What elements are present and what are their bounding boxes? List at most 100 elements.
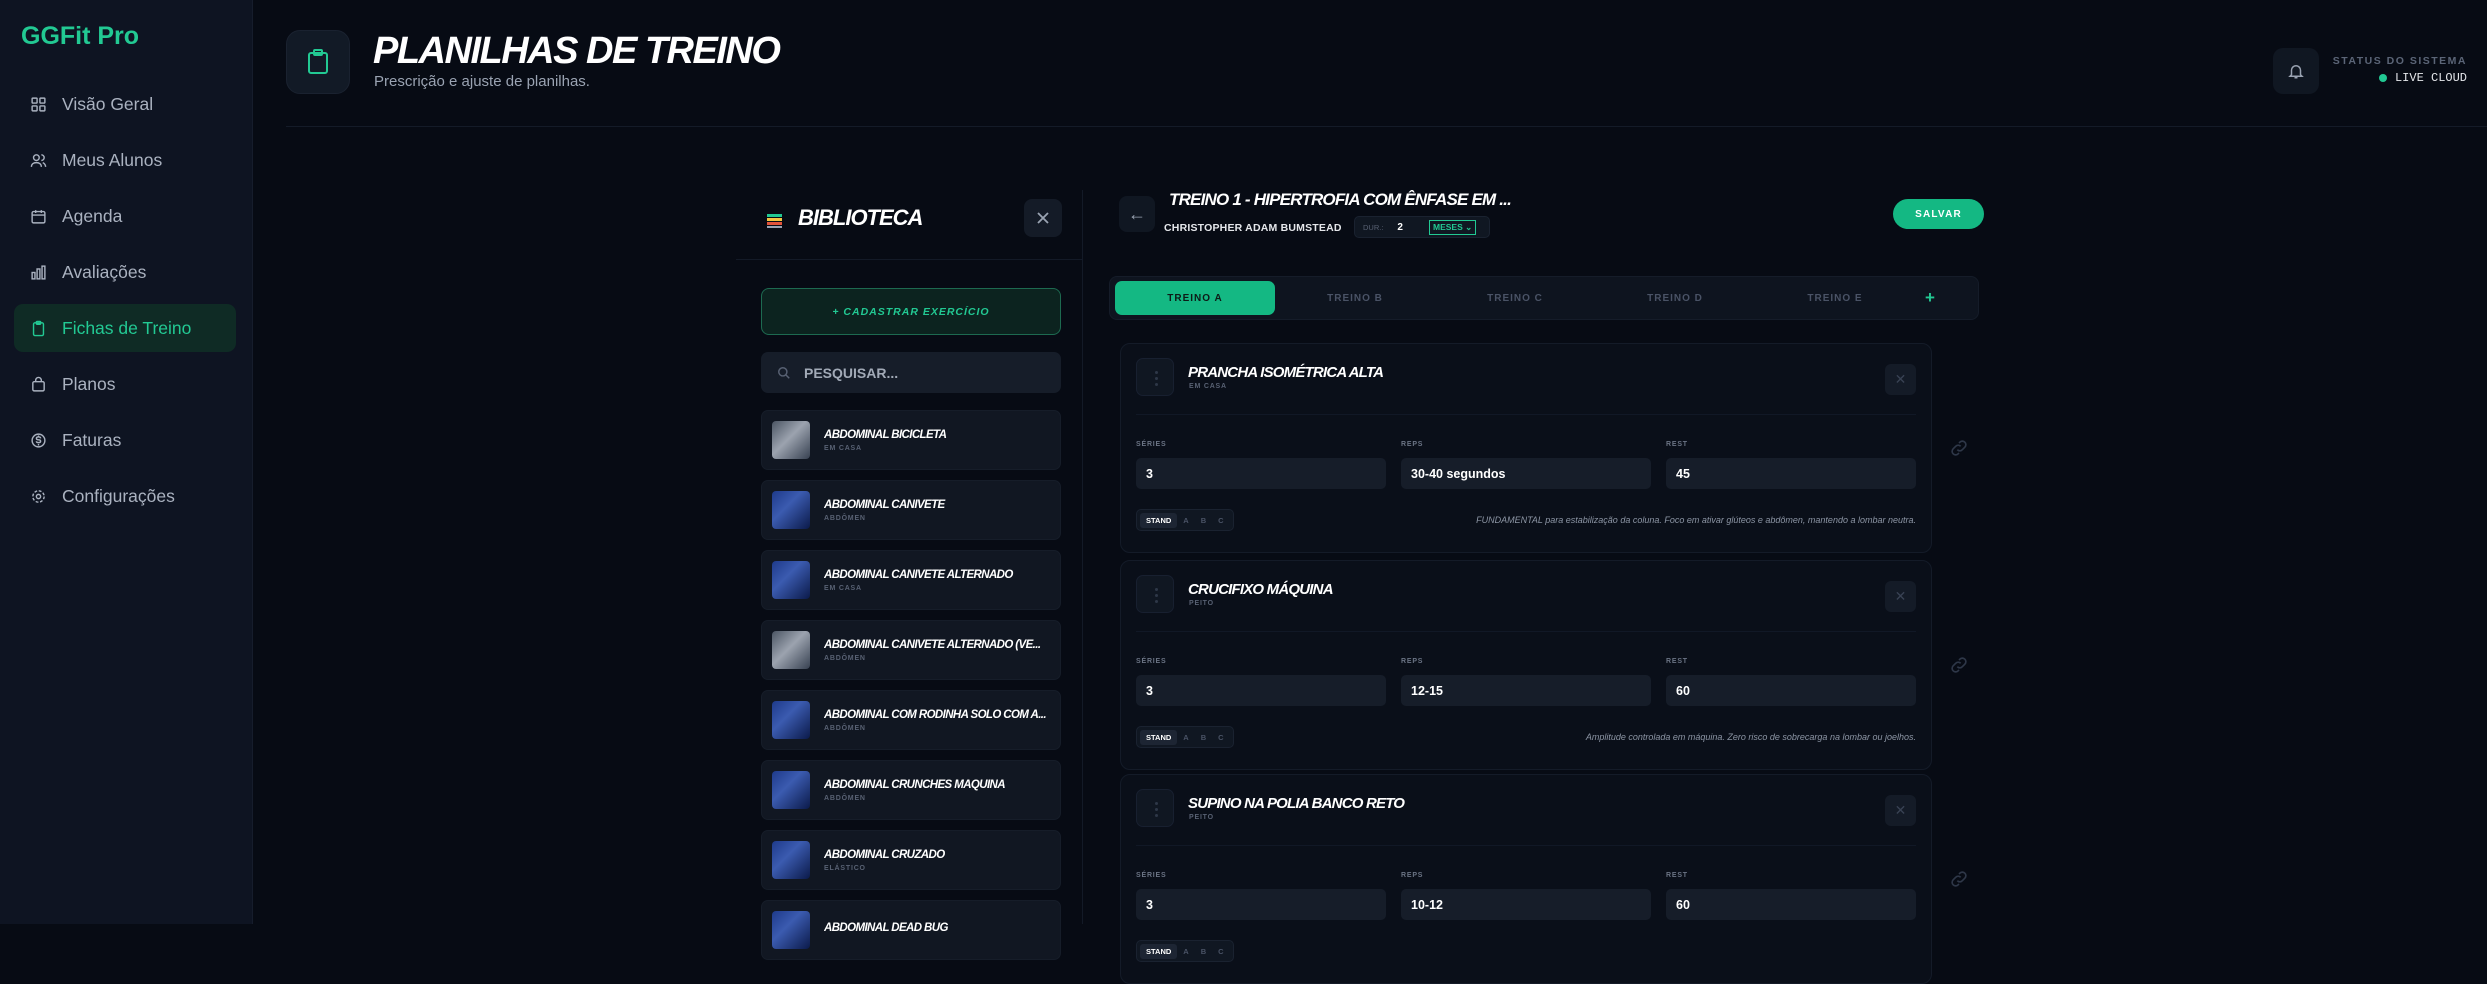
tab-treino-a[interactable]: TREINO A: [1115, 281, 1275, 315]
series-input[interactable]: 3: [1136, 458, 1386, 489]
set-option[interactable]: C: [1212, 513, 1229, 528]
tab-treino-b[interactable]: TREINO B: [1275, 281, 1435, 315]
close-library-button[interactable]: [1024, 199, 1062, 237]
drag-handle[interactable]: [1136, 789, 1174, 827]
set-option[interactable]: B: [1195, 944, 1212, 959]
exercise-name: ABDOMINAL CANIVETE: [824, 498, 945, 511]
exercise-name: ABDOMINAL COM RODINHA SOLO COM A...: [824, 708, 1047, 721]
exercise-name: SUPINO NA POLIA BANCO RETO: [1188, 795, 1405, 812]
exercise-thumbnail: [772, 491, 810, 529]
set-option[interactable]: A: [1177, 730, 1194, 745]
list-item[interactable]: ABDOMINAL CRUZADO ELÁSTICO: [761, 830, 1061, 890]
tab-treino-d[interactable]: TREINO D: [1595, 281, 1755, 315]
set-option[interactable]: STAND: [1140, 943, 1178, 959]
set-option[interactable]: STAND: [1140, 729, 1178, 745]
list-item[interactable]: ABDOMINAL CANIVETE ALTERNADO (VE... ABDÔM…: [761, 620, 1061, 680]
rest-input[interactable]: 45: [1666, 458, 1916, 489]
rest-label: REST: [1666, 441, 1688, 448]
gear-icon: [32, 489, 45, 503]
list-item[interactable]: ABDOMINAL CRUNCHES MÁQUINA ABDÔMEN: [761, 760, 1061, 820]
add-exercise-button[interactable]: + CADASTRAR EXERCÍCIO: [761, 288, 1061, 335]
sidebar-item-planos[interactable]: Planos: [14, 360, 236, 408]
clipboard-icon: [286, 30, 350, 94]
link-icon[interactable]: [1949, 655, 1969, 675]
search-input[interactable]: [804, 364, 1034, 381]
workout-title[interactable]: TREINO 1 - HIPERTROFIA COM ÊNFASE EM ...: [1169, 190, 1512, 210]
sidebar-item-label: Visão Geral: [62, 93, 154, 114]
drag-handle[interactable]: [1136, 358, 1174, 396]
search-icon: [778, 366, 790, 379]
calendar-icon: [31, 209, 46, 224]
tab-treino-c[interactable]: TREINO C: [1435, 281, 1595, 315]
exercise-category: PEITO: [1189, 600, 1214, 607]
bell-icon: [2288, 65, 2304, 79]
duration-unit-select[interactable]: MESES ⌄: [1428, 219, 1477, 235]
list-item-text: ABDOMINAL BICICLETA EM CASA: [824, 429, 1050, 452]
exercise-name: ABDOMINAL CANIVETE ALTERNADO: [824, 568, 1013, 581]
set-option[interactable]: B: [1195, 513, 1212, 528]
users-icon: [30, 153, 47, 167]
bar-chart-icon: [31, 264, 46, 280]
sidebar-item-configuracoes[interactable]: Configurações: [14, 472, 236, 520]
sidebar-item-label: Fichas de Treino: [62, 317, 192, 338]
reps-input[interactable]: 30-40 segundos: [1401, 458, 1651, 489]
set-option[interactable]: B: [1195, 730, 1212, 745]
sidebar-item-meus-alunos[interactable]: Meus Alunos: [14, 136, 236, 184]
duration-unit-value: MESES: [1432, 221, 1463, 232]
sidebar-item-agenda[interactable]: Agenda: [14, 192, 236, 240]
remove-exercise-button[interactable]: ✕: [1885, 581, 1916, 612]
link-icon[interactable]: [1949, 869, 1969, 889]
drag-handle[interactable]: [1136, 575, 1174, 613]
set-option[interactable]: C: [1212, 944, 1229, 959]
bag-icon: [32, 376, 45, 392]
series-input[interactable]: 3: [1136, 889, 1386, 920]
close-icon: ✕: [1894, 588, 1907, 604]
duration-input[interactable]: 2: [1397, 222, 1403, 233]
list-item-text: ABDOMINAL CANIVETE ALTERNADO (VE... ABDÔM…: [824, 639, 1050, 662]
brand-logo[interactable]: GGFit Pro: [21, 22, 139, 51]
list-item[interactable]: ABDOMINAL CANIVETE ALTERNADO EM CASA: [761, 550, 1061, 610]
remove-exercise-button[interactable]: ✕: [1885, 364, 1916, 395]
save-button[interactable]: SALVAR: [1893, 199, 1984, 229]
rest-input[interactable]: 60: [1666, 675, 1916, 706]
reps-input[interactable]: 12-15: [1401, 675, 1651, 706]
tab-treino-e[interactable]: TREINO E: [1755, 281, 1915, 315]
duration-control: DUR.: 2 MESES ⌄: [1354, 216, 1490, 238]
series-label: SÉRIES: [1136, 441, 1167, 448]
set-option[interactable]: STAND: [1140, 512, 1178, 528]
list-item[interactable]: ABDOMINAL BICICLETA EM CASA: [761, 410, 1061, 470]
exercise-thumbnail: [772, 911, 810, 949]
list-item[interactable]: ABDOMINAL CANIVETE ABDÔMEN: [761, 480, 1061, 540]
link-icon[interactable]: [1949, 438, 1969, 458]
sidebar-item-avaliacoes[interactable]: Avaliações: [14, 248, 236, 296]
list-item[interactable]: ABDOMINAL COM RODINHA SOLO COM A... ABDÔM…: [761, 690, 1061, 750]
divider: [1136, 631, 1916, 632]
exercise-category: EM CASA: [824, 444, 862, 452]
exercise-card: SUPINO NA POLIA BANCO RETO PEITO ✕ SÉRIES 3 R…: [1120, 774, 1932, 984]
sidebar-item-label: Avaliações: [62, 261, 147, 282]
list-item-text: ABDOMINAL DEAD BUG: [824, 922, 1050, 938]
exercise-thumbnail: [772, 771, 810, 809]
sidebar-item-label: Faturas: [62, 429, 122, 450]
sidebar-item-faturas[interactable]: Faturas: [14, 416, 236, 464]
sidebar-item-fichas-de-treino[interactable]: Fichas de Treino: [14, 304, 236, 352]
series-input[interactable]: 3: [1136, 675, 1386, 706]
set-option[interactable]: C: [1212, 730, 1229, 745]
list-item-text: ABDOMINAL CRUNCHES MÁQUINA ABDÔMEN: [824, 779, 1050, 802]
reps-label: REPS: [1401, 872, 1424, 879]
back-button[interactable]: ←: [1119, 196, 1155, 232]
clipboard-icon: [32, 320, 45, 336]
set-type-selector: STAND A B C: [1136, 509, 1234, 531]
sidebar-item-visao-geral[interactable]: Visão Geral: [14, 80, 236, 128]
add-tab-button[interactable]: +: [1915, 288, 1945, 308]
set-option[interactable]: A: [1177, 513, 1194, 528]
reps-input[interactable]: 10-12: [1401, 889, 1651, 920]
exercise-category: EM CASA: [824, 584, 862, 592]
exercise-note: Amplitude controlada em máquina. Zero ri…: [1585, 732, 1916, 742]
exercise-thumbnail: [772, 841, 810, 879]
notifications-button[interactable]: [2273, 48, 2319, 94]
remove-exercise-button[interactable]: ✕: [1885, 795, 1916, 826]
set-option[interactable]: A: [1177, 944, 1194, 959]
list-item[interactable]: ABDOMINAL DEAD BUG: [761, 900, 1061, 960]
rest-input[interactable]: 60: [1666, 889, 1916, 920]
